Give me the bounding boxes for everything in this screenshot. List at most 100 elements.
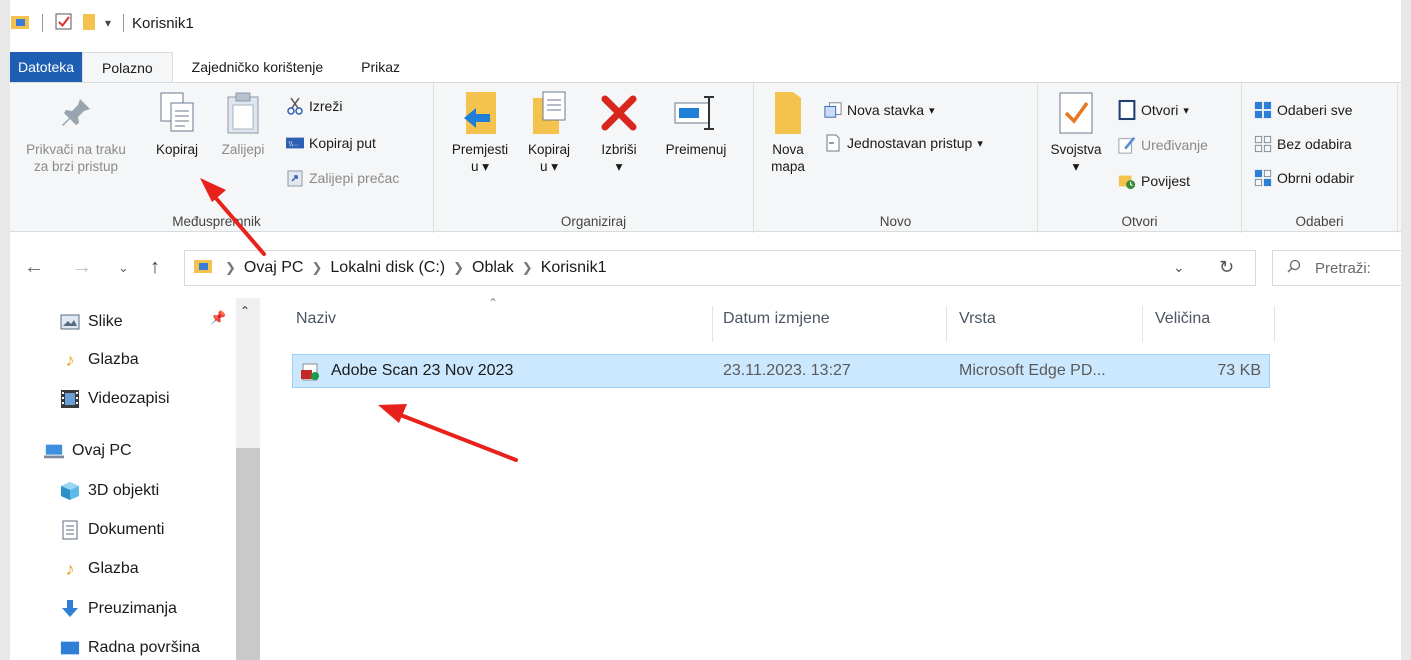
svg-text:\\...: \\... xyxy=(289,141,299,148)
copy-icon xyxy=(153,89,201,137)
new-folder-button[interactable]: Nova mapa xyxy=(760,89,816,175)
copy-label: Kopiraj xyxy=(155,142,199,157)
paste-button[interactable]: Zalijepi xyxy=(212,89,274,158)
recent-locations-chevron-icon[interactable]: ⌄ xyxy=(118,260,129,276)
edit-button[interactable]: Uređivanje xyxy=(1118,134,1208,156)
sidebar-item-music[interactable]: ♪ Glazba xyxy=(60,346,139,374)
organize-group-label: Organiziraj xyxy=(560,214,627,229)
delete-button[interactable]: Izbriši ▾ xyxy=(594,89,644,175)
paste-icon xyxy=(219,89,267,137)
file-size: 73 KB xyxy=(1217,362,1261,379)
breadcrumb-separator-icon[interactable]: ❯ xyxy=(225,260,236,276)
tab-file[interactable]: Datoteka xyxy=(10,52,83,82)
search-placeholder: Pretraži: xyxy=(1315,259,1371,277)
properties-chevron-icon: ▾ xyxy=(1072,159,1080,174)
downloads-icon xyxy=(60,599,80,619)
delete-x-icon xyxy=(595,89,643,137)
scroll-up-icon[interactable]: ⌃ xyxy=(240,304,250,318)
column-header-date[interactable]: Datum izmjene xyxy=(723,310,830,336)
properties-icon xyxy=(1052,89,1100,137)
3d-objects-icon xyxy=(60,481,80,501)
title-bar: ▾ Korisnik1 xyxy=(0,0,1411,46)
sidebar-item-videos[interactable]: Videozapisi xyxy=(60,385,170,413)
copy-to-icon xyxy=(525,89,573,137)
forward-arrow-icon[interactable]: → xyxy=(72,256,92,279)
open-button[interactable]: Otvori ▾ xyxy=(1118,99,1189,121)
sidebar-item-label: Slike xyxy=(88,313,123,330)
file-name: Adobe Scan 23 Nov 2023 xyxy=(331,362,514,379)
move-to-label-line1: Premjesti xyxy=(451,142,509,157)
breadcrumb-separator-icon[interactable]: ❯ xyxy=(453,260,464,276)
new-folder-quick-icon[interactable] xyxy=(81,12,97,35)
ribbon: Prikvači na traku za brzi pristup Kopira… xyxy=(0,82,1411,233)
breadcrumb-korisnik1[interactable]: Korisnik1 xyxy=(541,259,607,277)
paste-shortcut-button[interactable]: Zalijepi prečac xyxy=(286,167,399,189)
properties-check-icon[interactable] xyxy=(55,13,73,34)
window-title: Korisnik1 xyxy=(132,14,194,32)
column-header-name[interactable]: Naziv xyxy=(296,310,336,336)
sidebar-item-label: Dokumenti xyxy=(88,521,165,538)
refresh-icon[interactable]: ↻ xyxy=(1219,257,1234,278)
select-all-icon xyxy=(1254,101,1272,119)
back-arrow-icon[interactable]: ← xyxy=(24,256,44,279)
sidebar-item-label: Ovaj PC xyxy=(72,442,132,459)
clipboard-group-label: Međuspremnik xyxy=(172,214,261,229)
new-item-button[interactable]: Nova stavka ▾ xyxy=(824,99,935,121)
sidebar-item-this-pc[interactable]: Ovaj PC xyxy=(44,437,132,465)
tab-view[interactable]: Prikaz xyxy=(342,52,419,82)
easy-access-icon xyxy=(824,134,842,152)
easy-access-chevron-icon: ▾ xyxy=(977,137,983,150)
table-row[interactable]: Adobe Scan 23 Nov 2023 23.11.2023. 13:27… xyxy=(292,354,1270,388)
address-bar[interactable]: ❯ Ovaj PC ❯ Lokalni disk (C:) ❯ Oblak ❯ … xyxy=(184,250,1256,286)
customize-chevron-icon[interactable]: ▾ xyxy=(105,16,111,30)
sidebar-item-3d-objects[interactable]: 3D objekti xyxy=(60,477,159,505)
invert-selection-button[interactable]: Obrni odabir xyxy=(1254,167,1354,189)
sidebar-item-documents[interactable]: Dokumenti xyxy=(60,516,164,544)
music-icon: ♪ xyxy=(65,558,75,579)
sidebar-item-desktop[interactable]: Radna površina xyxy=(60,634,200,660)
new-folder-label-line1: Nova xyxy=(772,142,804,157)
pin-icon[interactable]: 📌 xyxy=(210,310,226,326)
sidebar-item-label: Radna površina xyxy=(88,639,201,656)
history-label: Povijest xyxy=(1141,173,1191,189)
sidebar-item-label: 3D objekti xyxy=(88,482,160,499)
column-header-type[interactable]: Vrsta xyxy=(959,310,996,336)
properties-button[interactable]: Svojstva ▾ xyxy=(1042,89,1110,175)
select-all-button[interactable]: Odaberi sve xyxy=(1254,99,1352,121)
up-arrow-icon[interactable]: ↑ xyxy=(150,256,160,279)
paste-shortcut-label: Zalijepi prečac xyxy=(309,170,400,186)
breadcrumb-separator-icon[interactable]: ❯ xyxy=(522,260,533,276)
new-group-label: Novo xyxy=(879,214,912,229)
tab-share[interactable]: Zajedničko korištenje xyxy=(173,52,343,82)
sidebar-item-pictures[interactable]: Slike xyxy=(60,308,123,336)
easy-access-button[interactable]: Jednostavan pristup ▾ xyxy=(824,132,983,154)
move-to-button[interactable]: Premjesti u ▾ xyxy=(442,89,518,175)
explorer-folder-icon[interactable] xyxy=(10,14,30,33)
select-none-button[interactable]: Bez odabira xyxy=(1254,133,1352,155)
open-icon xyxy=(1118,99,1136,121)
search-box[interactable]: Pretraži: xyxy=(1272,250,1411,286)
properties-label: Svojstva xyxy=(1050,142,1102,157)
address-history-chevron-icon[interactable]: ⌄ xyxy=(1173,259,1185,276)
breadcrumb-local-disk[interactable]: Lokalni disk (C:) xyxy=(330,259,445,277)
pin-quick-access-button[interactable]: Prikvači na traku za brzi pristup xyxy=(8,89,144,175)
sidebar-item-music-2[interactable]: ♪ Glazba xyxy=(60,555,139,583)
new-item-icon xyxy=(824,101,842,119)
rename-button[interactable]: Preimenuj xyxy=(656,89,736,158)
breadcrumb-separator-icon[interactable]: ❯ xyxy=(311,260,322,276)
column-header-size[interactable]: Veličina xyxy=(1155,310,1210,336)
history-button[interactable]: Povijest xyxy=(1118,170,1190,192)
breadcrumb-oblak[interactable]: Oblak xyxy=(472,259,514,277)
copy-path-button[interactable]: \\... Kopiraj put xyxy=(286,132,376,154)
copy-button[interactable]: Kopiraj xyxy=(146,89,208,158)
copy-to-button[interactable]: Kopiraj u ▾ xyxy=(518,89,580,175)
tab-home[interactable]: Polazno xyxy=(82,52,173,82)
breadcrumb-this-pc[interactable]: Ovaj PC xyxy=(244,259,304,277)
desktop-icon xyxy=(60,638,80,658)
sidebar-item-downloads[interactable]: Preuzimanja xyxy=(60,595,177,623)
sidebar-item-label: Glazba xyxy=(88,351,139,368)
sidebar-scroll-thumb[interactable] xyxy=(236,448,260,660)
pictures-icon xyxy=(60,312,80,332)
cut-button[interactable]: Izreži xyxy=(286,95,342,117)
copy-path-label: Kopiraj put xyxy=(309,135,376,151)
